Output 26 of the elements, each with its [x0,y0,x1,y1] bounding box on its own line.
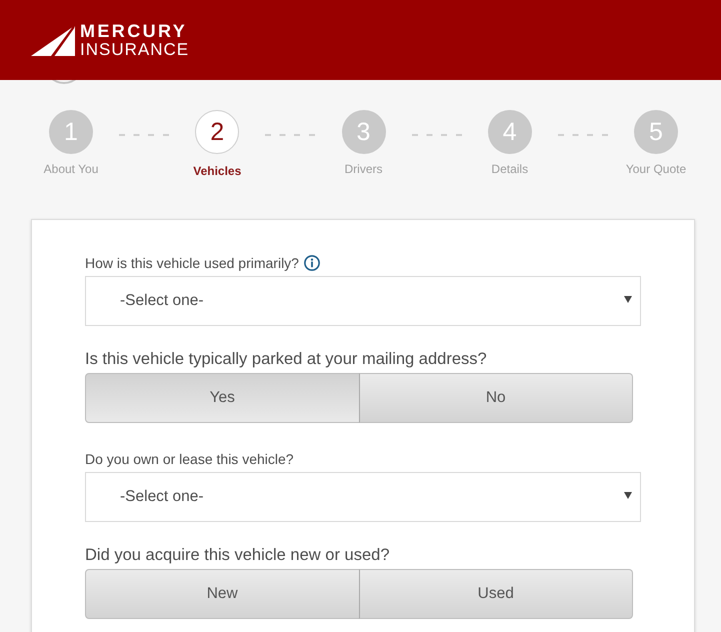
dashed-connector [119,134,170,136]
step-label: Drivers [344,162,382,176]
field-label: Do you own or lease this vehicle? [85,451,294,467]
question-label: Did you acquire this vehicle new or used? [85,545,390,566]
logo-wing-icon [31,26,75,56]
step-label: Vehicles [193,164,242,178]
select-field[interactable]: -Select one- [85,472,641,522]
dashed-connector [558,134,608,136]
caret-icon [624,492,632,498]
dashed-connector [412,134,462,136]
dashed-connector [265,134,316,136]
select-field[interactable]: -Select one- [85,276,641,326]
step-label: Your Quote [626,162,686,176]
option-button[interactable]: New [85,569,360,619]
field-label: How is this vehicle used primarily? [85,255,299,271]
info-icon[interactable] [304,255,320,271]
option-button[interactable]: Yes [85,373,360,423]
option-button[interactable]: No [358,373,633,423]
logo-subtitle: INSURANCE [80,40,190,58]
logo-wordmark: MERCURY [80,22,188,40]
option-button[interactable]: Used [358,569,633,619]
step-label: Details [491,162,528,176]
caret-icon [624,296,632,302]
step-label: About You [44,162,98,176]
step-circle: 2 [195,110,240,154]
question-label: Is this vehicle typically parked at your mailing address? [85,349,487,370]
